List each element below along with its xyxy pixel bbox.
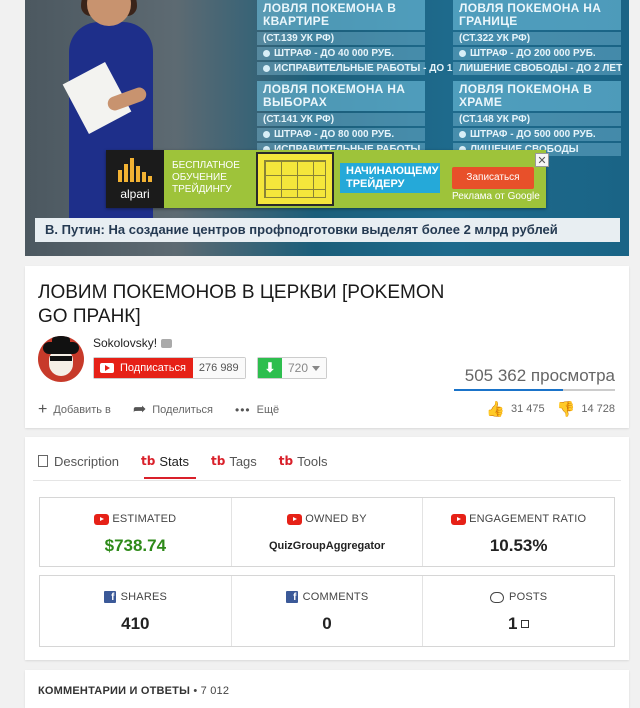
ad-cta-button[interactable]: Записаться [452, 167, 534, 189]
youtube-icon [451, 513, 467, 525]
stats-tabs: Description tb Stats tb Tags tb Tools [38, 451, 349, 471]
download-icon: ⬇ [258, 358, 282, 378]
board-item: ЛОВЛЯ ПОКЕМОНА НА ВЫБОРАХ (СТ.141 УК РФ)… [257, 81, 425, 156]
comments-count: • 7 012 [193, 685, 230, 697]
posts-value[interactable]: 1 [423, 614, 614, 634]
news-ticker: В. Путин: На создание центров профподгот… [35, 218, 620, 242]
tubebuddy-icon: tb [278, 454, 294, 468]
stats-row-social: f SHARES 410 f COMMENTS 0 POSTS 1 [39, 575, 615, 647]
dislike-ratio-bar [563, 389, 615, 391]
channel-avatar[interactable] [38, 336, 84, 382]
divider [33, 480, 621, 481]
tubebuddy-icon: tb [141, 454, 156, 468]
active-tab-indicator [144, 477, 196, 479]
tab-description[interactable]: Description [38, 451, 119, 471]
plus-icon: + [38, 401, 48, 418]
ad-headline: НАЧИНАЮЩЕМУ ТРЕЙДЕРУ [340, 163, 440, 193]
youtube-icon [100, 363, 114, 373]
download-count: 720 [288, 361, 309, 375]
channel-name[interactable]: Sokolovsky! [93, 336, 173, 350]
like-button[interactable]: 👍 31 475 [486, 400, 544, 418]
document-icon [38, 455, 48, 467]
subscribe-button[interactable]: Подписаться 276 989 [93, 357, 246, 379]
close-icon[interactable]: ✕ [535, 153, 549, 167]
board-item: ЛОВЛЯ ПОКЕМОНА В ХРАМЕ (СТ.148 УК РФ) ШТ… [453, 81, 621, 156]
stat-estimated: ESTIMATED $738.74 [40, 498, 231, 566]
comments-card: КОММЕНТАРИИ И ОТВЕТЫ • 7 012 [25, 670, 629, 708]
video-frame: ЛОВЛЯ ПОКЕМОНА В КВАРТИРЕ (СТ.139 УК РФ)… [25, 0, 629, 256]
thumbs-up-icon: 👍 [486, 401, 505, 418]
facebook-icon: f [285, 591, 298, 603]
share-icon: ➦ [132, 401, 147, 418]
more-button[interactable]: ••• Ещё [235, 402, 279, 418]
comments-value: 0 [322, 614, 332, 633]
ad-overlay[interactable]: alpari БЕСПЛАТНОЕ ОБУЧЕНИЕ ТРЕЙДИНГУ НАЧ… [106, 150, 549, 208]
share-button[interactable]: ➦ Поделиться [133, 402, 213, 418]
external-link-icon[interactable] [521, 620, 530, 628]
comments-header: КОММЕНТАРИИ И ОТВЕТЫ • 7 012 [38, 685, 230, 697]
download-button[interactable]: ⬇ 720 [257, 357, 328, 379]
ad-attribution: Реклама от Google [452, 191, 540, 202]
video-title: ЛОВИМ ПОКЕМОНОВ В ЦЕРКВИ [POKEMON GO ПРА… [38, 282, 445, 327]
tubebuddy-icon: tb [210, 454, 226, 468]
ad-chart-image [256, 152, 334, 206]
add-to-button[interactable]: + Добавить в [38, 402, 111, 418]
likes-group: 👍 31 475 👎 14 728 [474, 400, 615, 418]
chevron-down-icon[interactable] [312, 366, 321, 372]
stats-row-youtube: ESTIMATED $738.74 OWNED BY QuizGroupAggr… [39, 497, 615, 567]
action-bar: + Добавить в ➦ Поделиться ••• Ещё [38, 402, 301, 418]
stat-owned-by: OWNED BY QuizGroupAggregator [230, 498, 423, 566]
stat-comments: f COMMENTS 0 [230, 576, 423, 646]
engagement-value: 10.53% [489, 536, 548, 555]
tab-stats[interactable]: tb Stats [141, 451, 189, 471]
dislike-button[interactable]: 👎 14 728 [557, 400, 615, 418]
estimated-value: $738.74 [104, 536, 167, 555]
video-player[interactable]: ЛОВЛЯ ПОКЕМОНА В КВАРТИРЕ (СТ.139 УК РФ)… [25, 0, 629, 256]
stat-posts: POSTS 1 [422, 576, 614, 646]
tab-tags[interactable]: tb Tags [211, 451, 257, 471]
thumbs-down-icon: 👎 [556, 401, 576, 418]
video-info-card: ЛОВИМ ПОКЕМОНОВ В ЦЕРКВИ [POKEMON GO ПРА… [25, 266, 629, 428]
more-icon: ••• [235, 403, 251, 417]
ad-left-text: БЕСПЛАТНОЕ ОБУЧЕНИЕ ТРЕЙДИНГУ [172, 160, 240, 195]
shares-value: 410 [121, 614, 150, 633]
reddit-icon [490, 591, 505, 603]
youtube-icon [287, 513, 303, 525]
board-item: ЛОВЛЯ ПОКЕМОНА НА ГРАНИЦЕ (СТ.322 УК РФ)… [453, 0, 622, 75]
alpari-logo: alpari [106, 150, 164, 208]
stats-card: Description tb Stats tb Tags tb Tools ESTIM… [25, 437, 629, 660]
stat-engagement: ENGAGEMENT RATIO 10.53% [422, 498, 614, 566]
subscriber-count: 276 989 [192, 358, 245, 378]
board-item: ЛОВЛЯ ПОКЕМОНА В КВАРТИРЕ (СТ.139 УК РФ)… [257, 0, 452, 75]
stat-shares: f SHARES 410 [40, 576, 231, 646]
facebook-icon: f [103, 591, 116, 603]
tab-tools[interactable]: tb Tools [279, 451, 328, 471]
youtube-icon [94, 513, 110, 525]
verified-icon [161, 339, 173, 349]
view-count: 505 362 просмотра [464, 366, 615, 385]
like-ratio-bar [454, 389, 563, 391]
owner-value: QuizGroupAggregator [268, 540, 386, 552]
